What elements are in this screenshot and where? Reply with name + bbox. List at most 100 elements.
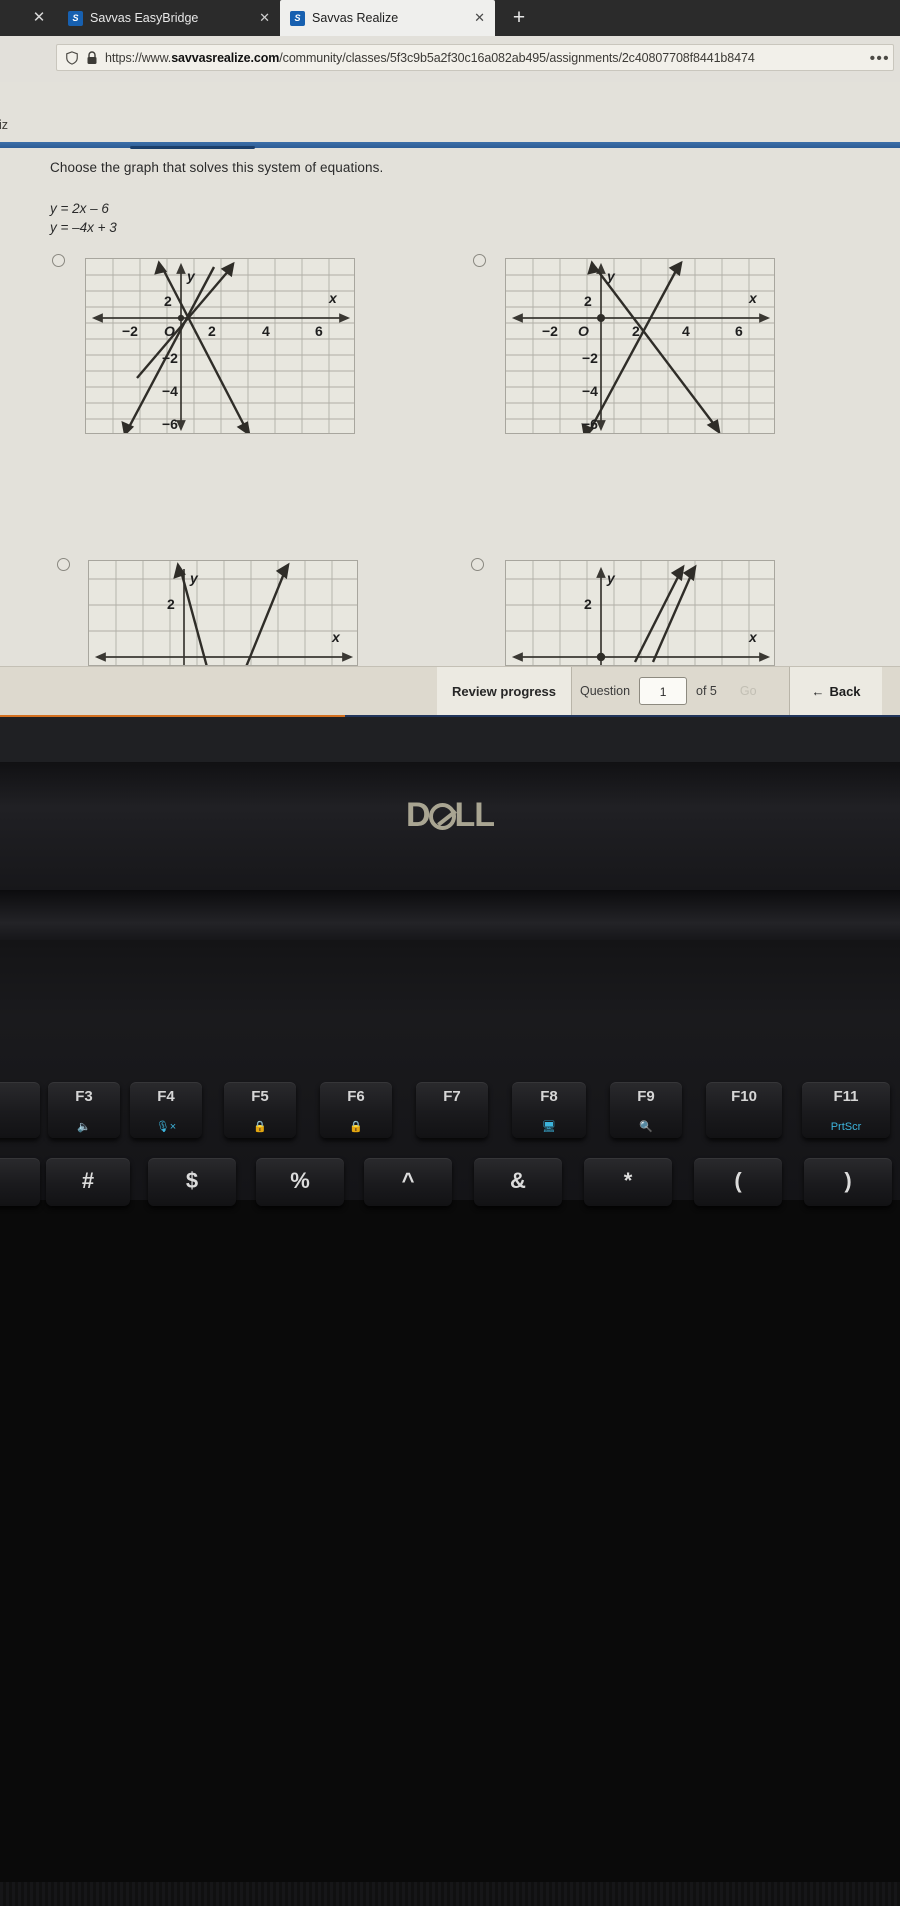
graph-c[interactable]: 2 x y bbox=[88, 560, 358, 666]
key-caret[interactable]: ^ bbox=[364, 1158, 452, 1206]
key-symbol: ( bbox=[734, 1168, 742, 1193]
tab-savvas-realize[interactable]: S Savvas Realize ✕ bbox=[280, 0, 495, 36]
key-label: F10 bbox=[731, 1088, 757, 1105]
svg-text:O: O bbox=[578, 323, 589, 339]
lock-icon: 🔒 bbox=[253, 1121, 267, 1133]
svg-text:4: 4 bbox=[262, 323, 270, 339]
key-label: F8 bbox=[540, 1088, 558, 1105]
review-progress-button[interactable]: Review progress bbox=[437, 667, 572, 715]
key-f2[interactable] bbox=[0, 1082, 40, 1138]
question-navigator: Question 1 of 5 Go bbox=[580, 667, 757, 715]
key-symbol: % bbox=[290, 1168, 310, 1193]
back-button[interactable]: ← Back bbox=[789, 667, 882, 715]
key-ampersand[interactable]: & bbox=[474, 1158, 562, 1206]
graph-b[interactable]: −2 O 2 4 6 2 −2 −4 −6 x y bbox=[505, 258, 775, 434]
key-hash[interactable]: # bbox=[46, 1158, 130, 1206]
of-total-label: of 5 bbox=[696, 684, 717, 698]
key-sublabel: PrtScr bbox=[830, 1121, 862, 1133]
svg-text:y: y bbox=[606, 570, 616, 586]
graph-d[interactable]: 2 x y bbox=[505, 560, 775, 666]
close-icon[interactable]: ✕ bbox=[474, 10, 485, 26]
svg-text:x: x bbox=[328, 290, 338, 306]
svg-text:−2: −2 bbox=[582, 350, 598, 366]
back-arrow-icon: ← bbox=[811, 683, 825, 699]
key-label: F9 bbox=[637, 1088, 655, 1105]
key-f5[interactable]: F5 🔒 bbox=[224, 1082, 296, 1138]
equation-1: y = 2x – 6 bbox=[50, 201, 109, 216]
key-at[interactable] bbox=[0, 1158, 40, 1206]
key-percent[interactable]: % bbox=[256, 1158, 344, 1206]
svg-text:2: 2 bbox=[208, 323, 216, 339]
key-label: F11 bbox=[833, 1088, 859, 1105]
radio-button-c[interactable] bbox=[57, 558, 70, 571]
lock-icon: 🔒 bbox=[349, 1121, 363, 1133]
svg-text:−6: −6 bbox=[162, 416, 178, 432]
windows-taskbar: e to search bbox=[0, 717, 900, 762]
key-f10[interactable]: F10 bbox=[706, 1082, 782, 1138]
key-label: F4 bbox=[157, 1088, 175, 1105]
tab-title: Savvas Realize bbox=[312, 11, 399, 25]
key-paren-close[interactable]: ) bbox=[804, 1158, 892, 1206]
key-symbol: * bbox=[623, 1168, 633, 1193]
question-number-input[interactable]: 1 bbox=[639, 677, 688, 705]
svg-text:4: 4 bbox=[682, 323, 690, 339]
svg-text:2: 2 bbox=[164, 293, 172, 309]
svg-text:y: y bbox=[186, 268, 196, 284]
key-dollar[interactable]: $ bbox=[148, 1158, 236, 1206]
dell-logo: D LL bbox=[0, 796, 900, 835]
key-symbol: $ bbox=[185, 1168, 199, 1193]
key-asterisk[interactable]: * bbox=[584, 1158, 672, 1206]
laptop-screen: ✕ S Savvas EasyBridge ✕ S Savvas Realize… bbox=[0, 0, 900, 765]
radio-button-a[interactable] bbox=[52, 254, 65, 267]
tab-strip-close-icon[interactable]: ✕ bbox=[30, 9, 48, 27]
key-symbol: ^ bbox=[401, 1168, 415, 1193]
speaker-icon: 🔈 bbox=[77, 1121, 91, 1133]
tab-savvas-easybridge[interactable]: S Savvas EasyBridge ✕ bbox=[58, 0, 280, 36]
question-label: Question bbox=[580, 684, 631, 698]
function-key-row: F3 🔈 F4 🎙× F5 🔒 F6 🔒 F7 F8 🖥 F9 🔍 F10 F1… bbox=[0, 1082, 900, 1144]
svg-text:6: 6 bbox=[315, 323, 323, 339]
svg-text:−4: −4 bbox=[582, 383, 598, 399]
radio-button-d[interactable] bbox=[471, 558, 484, 571]
quiz-breadcrumb: uiz bbox=[0, 118, 8, 132]
svg-text:2: 2 bbox=[584, 293, 592, 309]
svg-text:−2: −2 bbox=[122, 323, 138, 339]
radio-button-b[interactable] bbox=[473, 254, 486, 267]
key-f9[interactable]: F9 🔍 bbox=[610, 1082, 682, 1138]
key-symbol: ) bbox=[844, 1168, 852, 1193]
address-bar[interactable]: https://www.savvasrealize.com/community/… bbox=[56, 44, 894, 71]
tab-favicon-icon: S bbox=[290, 10, 305, 26]
graph-a[interactable]: −2 O 2 4 6 2 −2 −4 −6 x y bbox=[85, 258, 355, 434]
laptop-hinge bbox=[0, 890, 900, 945]
key-label: F3 bbox=[75, 1088, 93, 1105]
go-button[interactable]: Go bbox=[740, 684, 757, 698]
search-icon: 🔍 bbox=[639, 1121, 653, 1133]
svg-text:−6: −6 bbox=[582, 416, 598, 432]
browser-overflow-menu-icon[interactable]: ••• bbox=[870, 50, 890, 67]
svg-text:y: y bbox=[189, 570, 199, 586]
key-symbol: & bbox=[510, 1168, 526, 1193]
svg-text:6: 6 bbox=[735, 323, 743, 339]
back-label: Back bbox=[829, 683, 861, 699]
svg-text:2: 2 bbox=[167, 596, 175, 612]
key-f11[interactable]: F11 PrtScr bbox=[802, 1082, 890, 1138]
question-prompt: Choose the graph that solves this system… bbox=[50, 160, 384, 175]
page-content: uiz Choose the graph that solves this sy… bbox=[0, 82, 900, 720]
svg-text:−2: −2 bbox=[162, 350, 178, 366]
key-f3[interactable]: F3 🔈 bbox=[48, 1082, 120, 1138]
browser-tab-strip: ✕ S Savvas EasyBridge ✕ S Savvas Realize… bbox=[0, 0, 900, 36]
lock-icon bbox=[87, 50, 97, 64]
svg-text:O: O bbox=[164, 323, 175, 339]
tab-title: Savvas EasyBridge bbox=[90, 11, 199, 25]
laptop-keyboard-deck: F3 🔈 F4 🎙× F5 🔒 F6 🔒 F7 F8 🖥 F9 🔍 F10 F1… bbox=[0, 940, 900, 1906]
key-f4[interactable]: F4 🎙× bbox=[130, 1082, 202, 1138]
dell-logo-e-icon bbox=[428, 803, 456, 830]
key-f7[interactable]: F7 bbox=[416, 1082, 488, 1138]
dell-logo-text-2: LL bbox=[454, 796, 496, 834]
new-tab-button[interactable]: + bbox=[508, 7, 530, 29]
key-f6[interactable]: F6 🔒 bbox=[320, 1082, 392, 1138]
key-paren-open[interactable]: ( bbox=[694, 1158, 782, 1206]
key-label: F7 bbox=[443, 1088, 461, 1105]
key-f8[interactable]: F8 🖥 bbox=[512, 1082, 586, 1138]
close-icon[interactable]: ✕ bbox=[259, 10, 270, 26]
